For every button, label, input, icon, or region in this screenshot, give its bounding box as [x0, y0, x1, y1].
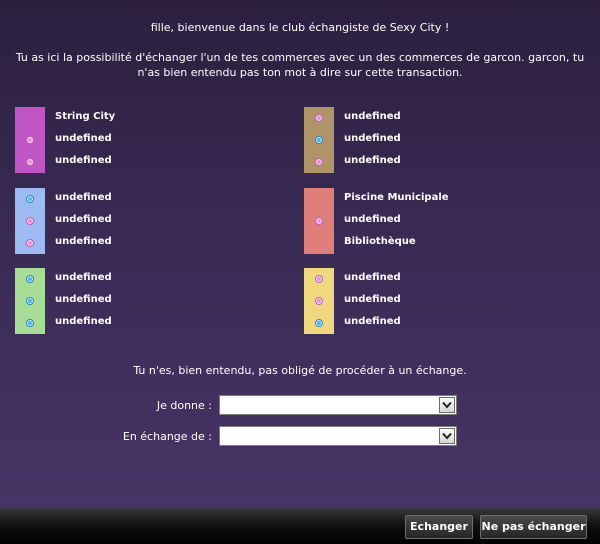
property-item[interactable]: undefined [15, 210, 275, 232]
property-label: undefined [55, 272, 112, 283]
property-label: undefined [55, 316, 112, 327]
property-group-red: Piscine Municipale undefined Bibliothèqu… [304, 188, 564, 254]
property-item[interactable]: Bibliothèque [304, 232, 564, 254]
property-group-brown: undefined undefined undefined [304, 107, 564, 173]
property-item[interactable]: undefined [304, 151, 564, 173]
give-row: Je donne : [0, 395, 600, 417]
decline-exchange-button[interactable]: Ne pas échanger [480, 515, 587, 539]
property-item[interactable]: undefined [304, 107, 564, 129]
blue-dot-icon [26, 319, 34, 327]
chevron-down-icon[interactable] [439, 428, 455, 444]
property-item[interactable]: undefined [304, 312, 564, 334]
property-label: Bibliothèque [344, 236, 416, 247]
property-item[interactable]: undefined [15, 268, 275, 290]
property-group-light-blue: undefined undefined undefined [15, 188, 275, 254]
receive-row: En échange de : [0, 426, 600, 448]
property-item[interactable]: Piscine Municipale [304, 188, 564, 210]
blue-dot-icon [315, 136, 323, 144]
property-item[interactable]: undefined [15, 151, 275, 173]
chevron-down-icon[interactable] [439, 397, 455, 413]
pink-dot-icon [315, 275, 323, 283]
property-item[interactable]: undefined [15, 312, 275, 334]
property-label: undefined [344, 316, 401, 327]
property-label: undefined [55, 155, 112, 166]
exchange-button[interactable]: Echanger [405, 515, 473, 539]
property-item[interactable]: String City [15, 107, 275, 129]
property-label: undefined [344, 155, 401, 166]
property-label: undefined [344, 214, 401, 225]
property-label: undefined [55, 214, 112, 225]
property-item[interactable]: undefined [15, 232, 275, 254]
blue-dot-icon [315, 319, 323, 327]
pink-dot-icon [315, 217, 323, 225]
welcome-message: fille, bienvenue dans le club échangiste… [150, 21, 450, 34]
property-group-green: undefined undefined undefined [15, 268, 275, 334]
pink-dot-icon [315, 114, 323, 122]
give-select[interactable] [219, 395, 457, 415]
property-label: undefined [55, 192, 112, 203]
property-label: undefined [55, 236, 112, 247]
chevron-down-glyph [442, 432, 452, 440]
property-item[interactable]: undefined [304, 210, 564, 232]
blue-dot-icon [26, 297, 34, 305]
property-label: undefined [344, 272, 401, 283]
blue-dot-icon [26, 195, 34, 203]
property-item[interactable]: undefined [15, 188, 275, 210]
property-label: Piscine Municipale [344, 192, 449, 203]
property-label: undefined [55, 294, 112, 305]
give-label: Je donne : [156, 399, 212, 412]
blue-dot-icon [26, 275, 34, 283]
chevron-down-glyph [442, 401, 452, 409]
property-item[interactable]: undefined [304, 268, 564, 290]
optional-exchange-notice: Tu n'es, bien entendu, pas obligé de pro… [133, 364, 467, 377]
receive-select[interactable] [219, 426, 457, 446]
property-label: String City [55, 111, 116, 122]
property-label: undefined [344, 133, 401, 144]
exchange-explanation: Tu as ici la possibilité d'échanger l'un… [15, 51, 585, 79]
property-label: undefined [344, 294, 401, 305]
property-item[interactable]: undefined [304, 129, 564, 151]
property-group-yellow: undefined undefined undefined [304, 268, 564, 334]
property-group-purple: String City undefined undefined [15, 107, 275, 173]
pink-dot-icon [26, 136, 34, 144]
pink-dot-icon [315, 297, 323, 305]
pink-dot-icon [315, 158, 323, 166]
pink-dot-icon [26, 217, 34, 225]
property-item[interactable]: undefined [304, 290, 564, 312]
property-item[interactable]: undefined [15, 129, 275, 151]
pink-dot-icon [26, 239, 34, 247]
receive-label: En échange de : [122, 430, 212, 443]
pink-dot-icon [26, 158, 34, 166]
property-label: undefined [55, 133, 112, 144]
action-bar: Echanger Ne pas échanger [0, 508, 600, 544]
property-item[interactable]: undefined [15, 290, 275, 312]
property-label: undefined [344, 111, 401, 122]
